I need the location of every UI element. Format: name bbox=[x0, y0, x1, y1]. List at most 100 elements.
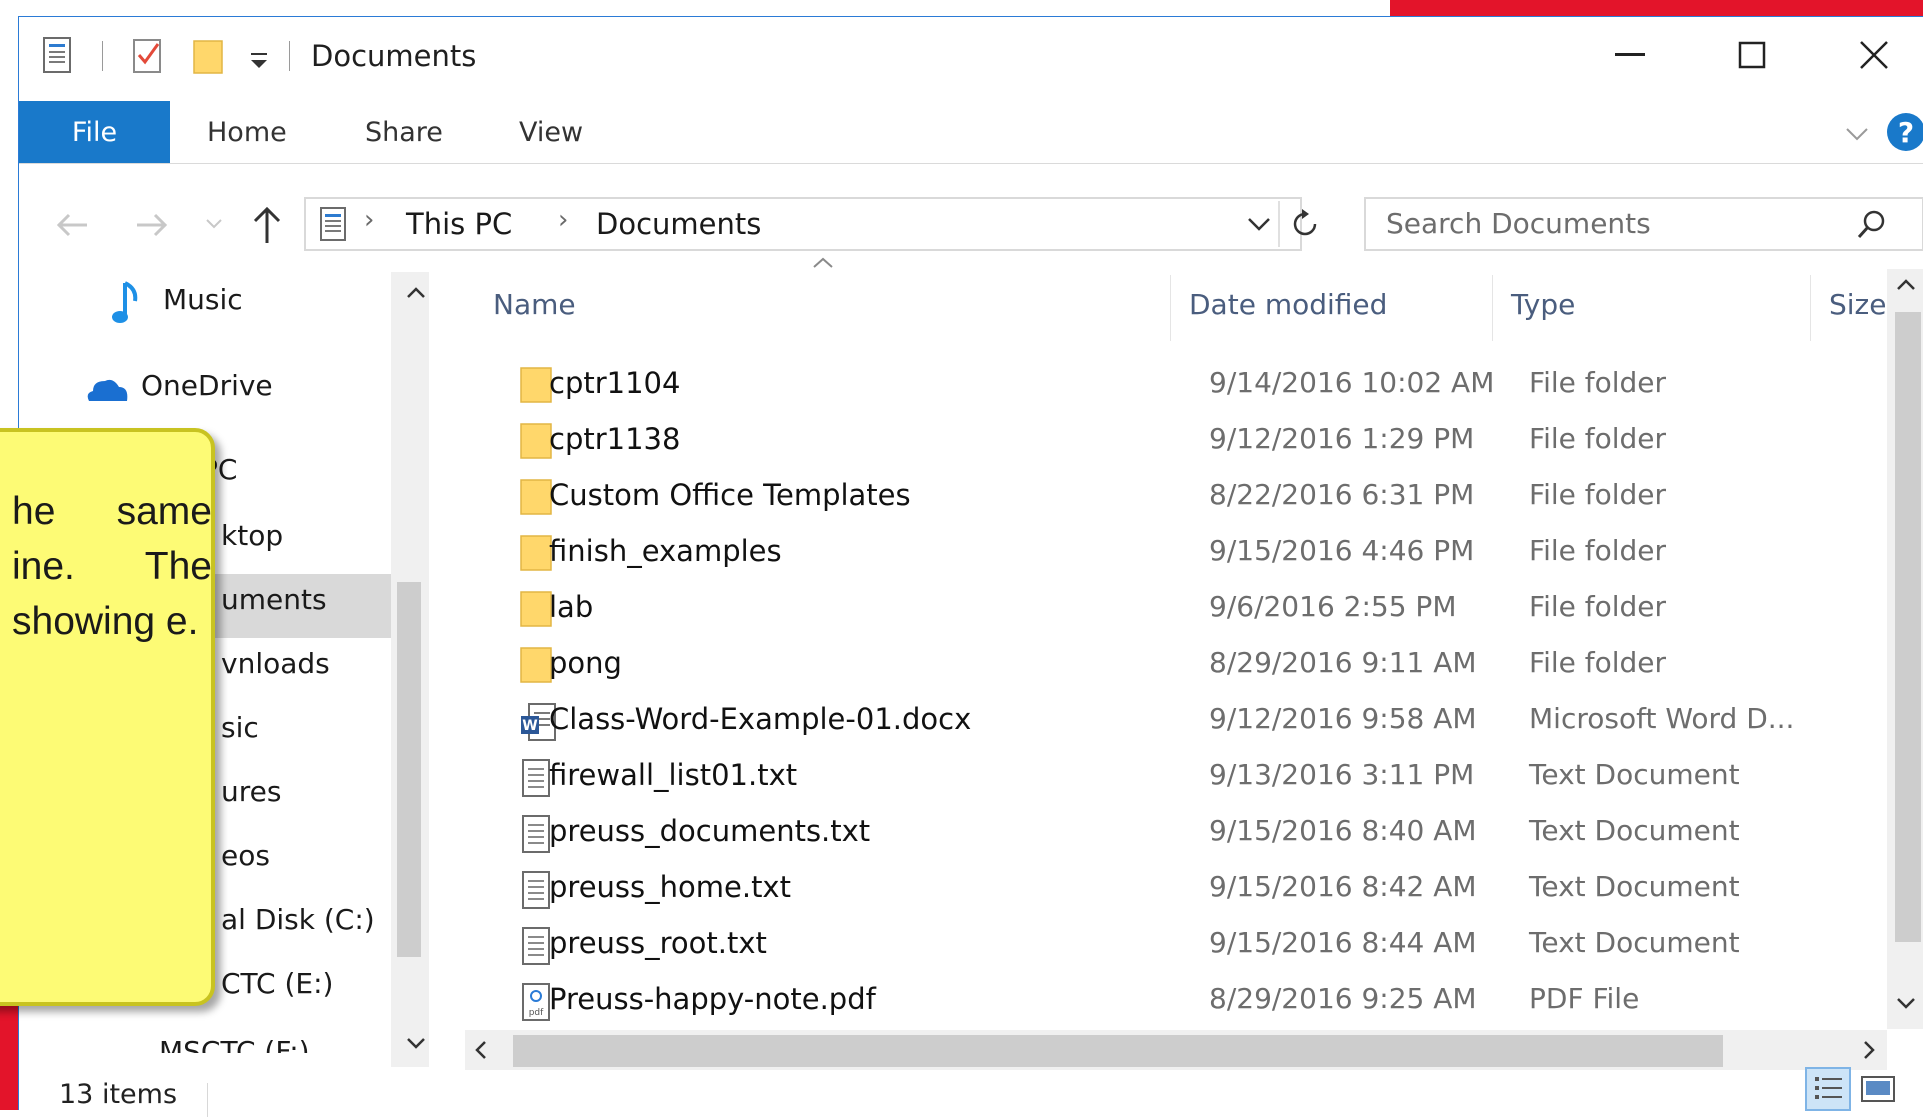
breadcrumb-documents[interactable]: Documents bbox=[596, 207, 761, 241]
scroll-right-icon[interactable] bbox=[1861, 1039, 1877, 1061]
search-box[interactable]: Search Documents bbox=[1364, 197, 1923, 251]
file-date-modified: 9/12/2016 9:58 AM bbox=[1209, 702, 1477, 735]
file-row[interactable]: Custom Office Templates 8/22/2016 6:31 PM… bbox=[489, 467, 1899, 523]
nav-item-desktop[interactable]: ktop bbox=[221, 519, 283, 552]
details-view-button[interactable] bbox=[1805, 1067, 1851, 1111]
help-button[interactable]: ? bbox=[1887, 113, 1923, 151]
callout-text: he same ine. The showing e. bbox=[12, 490, 212, 643]
breadcrumb-separator: › bbox=[558, 205, 569, 235]
file-date-modified: 9/12/2016 1:29 PM bbox=[1209, 422, 1475, 455]
folder-icon bbox=[519, 590, 553, 627]
file-name: cptr1138 bbox=[549, 422, 681, 456]
nav-item-onedrive[interactable]: OneDrive bbox=[141, 369, 273, 402]
large-icons-view-button[interactable] bbox=[1859, 1073, 1897, 1105]
folder-icon bbox=[519, 534, 553, 571]
file-row[interactable]: W Class-Word-Example-01.docx 9/12/2016 9:5… bbox=[489, 691, 1899, 747]
nav-item-downloads[interactable]: vnloads bbox=[221, 647, 330, 680]
tab-file[interactable]: File bbox=[19, 101, 170, 163]
nav-scroll-thumb[interactable] bbox=[397, 582, 421, 957]
column-header-size[interactable]: Size bbox=[1829, 269, 1886, 339]
file-explorer-window: Documents File Home Share View ? › This … bbox=[18, 16, 1923, 1117]
text-document-icon bbox=[519, 926, 553, 965]
refresh-icon[interactable] bbox=[1288, 207, 1322, 241]
back-arrow-icon[interactable] bbox=[53, 205, 93, 245]
file-row[interactable]: lab 9/6/2016 2:55 PM File folder bbox=[489, 579, 1899, 635]
large-icons-view-icon bbox=[1861, 1076, 1895, 1102]
file-name: lab bbox=[549, 590, 594, 624]
maximize-button[interactable] bbox=[1717, 25, 1787, 85]
nav-item-pictures[interactable]: ures bbox=[221, 775, 281, 808]
window-title: Documents bbox=[311, 39, 477, 73]
text-document-icon bbox=[519, 758, 553, 797]
close-icon bbox=[1860, 41, 1888, 69]
file-row[interactable]: finish_examples 9/15/2016 4:46 PM File fol… bbox=[489, 523, 1899, 579]
column-header-date-modified[interactable]: Date modified bbox=[1189, 269, 1387, 339]
status-item-count: 13 items bbox=[59, 1079, 178, 1110]
file-row[interactable]: cptr1138 9/12/2016 1:29 PM File folder bbox=[489, 411, 1899, 467]
tab-view[interactable]: View bbox=[519, 101, 583, 163]
tab-share[interactable]: Share bbox=[365, 101, 443, 163]
file-row[interactable]: preuss_home.txt 9/15/2016 8:42 AM Text Doc… bbox=[489, 859, 1899, 915]
column-divider[interactable] bbox=[1492, 275, 1493, 341]
file-row[interactable]: preuss_documents.txt 9/15/2016 8:40 AM Tex… bbox=[489, 803, 1899, 859]
details-view-icon bbox=[1815, 1077, 1842, 1099]
nav-item-videos[interactable]: eos bbox=[221, 839, 270, 872]
ribbon-expand-chevron-icon[interactable] bbox=[1843, 121, 1871, 145]
file-name: finish_examples bbox=[549, 534, 782, 568]
scroll-left-icon[interactable] bbox=[473, 1039, 489, 1061]
nav-scroll-down-icon[interactable] bbox=[405, 1035, 427, 1051]
dropdown-arrow-icon[interactable] bbox=[247, 51, 271, 71]
breadcrumb-this-pc[interactable]: This PC bbox=[406, 207, 512, 241]
tab-home[interactable]: Home bbox=[207, 101, 287, 163]
file-date-modified: 9/13/2016 3:11 PM bbox=[1209, 758, 1475, 791]
file-name: firewall_list01.txt bbox=[549, 758, 798, 792]
file-row[interactable]: cptr1104 9/14/2016 10:02 AM File folder bbox=[489, 355, 1899, 411]
file-row[interactable]: pdf Preuss-happy-note.pdf 8/29/2016 9:25 A… bbox=[489, 971, 1899, 1027]
folder-icon[interactable] bbox=[192, 37, 226, 75]
column-divider[interactable] bbox=[1170, 275, 1171, 341]
search-placeholder: Search Documents bbox=[1386, 207, 1651, 240]
scroll-up-icon[interactable] bbox=[1895, 277, 1917, 293]
search-icon[interactable] bbox=[1854, 207, 1890, 243]
file-type: File folder bbox=[1529, 646, 1667, 679]
folder-icon bbox=[519, 478, 553, 515]
file-name: pong bbox=[549, 646, 622, 680]
file-date-modified: 9/15/2016 4:46 PM bbox=[1209, 534, 1475, 567]
file-type: Microsoft Word D... bbox=[1529, 702, 1795, 735]
file-name: Custom Office Templates bbox=[549, 478, 911, 512]
close-button[interactable] bbox=[1839, 25, 1909, 85]
nav-item-documents[interactable]: uments bbox=[221, 583, 327, 616]
up-arrow-icon[interactable] bbox=[247, 203, 287, 247]
nav-item-ctc-e[interactable]: CTC (E:) bbox=[221, 967, 333, 1000]
forward-arrow-icon[interactable] bbox=[131, 205, 171, 245]
file-type: File folder bbox=[1529, 534, 1667, 567]
file-row[interactable]: preuss_root.txt 9/15/2016 8:44 AM Text Doc… bbox=[489, 915, 1909, 971]
content-vertical-scroll-thumb[interactable] bbox=[1895, 312, 1921, 942]
nav-item-local-disk-c[interactable]: al Disk (C:) bbox=[221, 903, 375, 936]
text-document-icon bbox=[519, 870, 553, 909]
column-divider[interactable] bbox=[1810, 275, 1811, 341]
nav-scroll-up-icon[interactable] bbox=[405, 285, 427, 301]
file-type: Text Document bbox=[1529, 758, 1740, 791]
properties-icon[interactable] bbox=[41, 35, 75, 75]
column-header-type[interactable]: Type bbox=[1511, 269, 1575, 339]
address-dropdown-chevron-icon[interactable] bbox=[1246, 213, 1272, 235]
tutorial-callout: he same ine. The showing e. bbox=[0, 428, 215, 1006]
nav-item-msctc-f[interactable]: MSCTC (F:) bbox=[159, 1035, 310, 1053]
background-red-left bbox=[0, 1000, 18, 1110]
minimize-button[interactable] bbox=[1595, 25, 1665, 85]
file-type: Text Document bbox=[1529, 870, 1740, 903]
nav-item-music-pc[interactable]: sic bbox=[221, 711, 259, 744]
scroll-down-icon[interactable] bbox=[1895, 995, 1917, 1011]
nav-item-music[interactable]: Music bbox=[163, 283, 243, 316]
music-note-icon bbox=[109, 279, 143, 327]
file-row[interactable]: pong 8/29/2016 9:11 AM File folder bbox=[489, 635, 1899, 691]
content-horizontal-scroll-thumb[interactable] bbox=[513, 1035, 1723, 1067]
checkmark-icon[interactable] bbox=[131, 35, 165, 75]
file-date-modified: 8/29/2016 9:11 AM bbox=[1209, 646, 1477, 679]
recent-locations-chevron-icon[interactable] bbox=[203, 215, 225, 233]
address-bar[interactable]: › This PC › Documents bbox=[304, 197, 1317, 251]
file-date-modified: 9/15/2016 8:42 AM bbox=[1209, 870, 1477, 903]
file-row[interactable]: firewall_list01.txt 9/13/2016 3:11 PM Text… bbox=[489, 747, 1899, 803]
column-header-name[interactable]: Name bbox=[493, 269, 576, 339]
